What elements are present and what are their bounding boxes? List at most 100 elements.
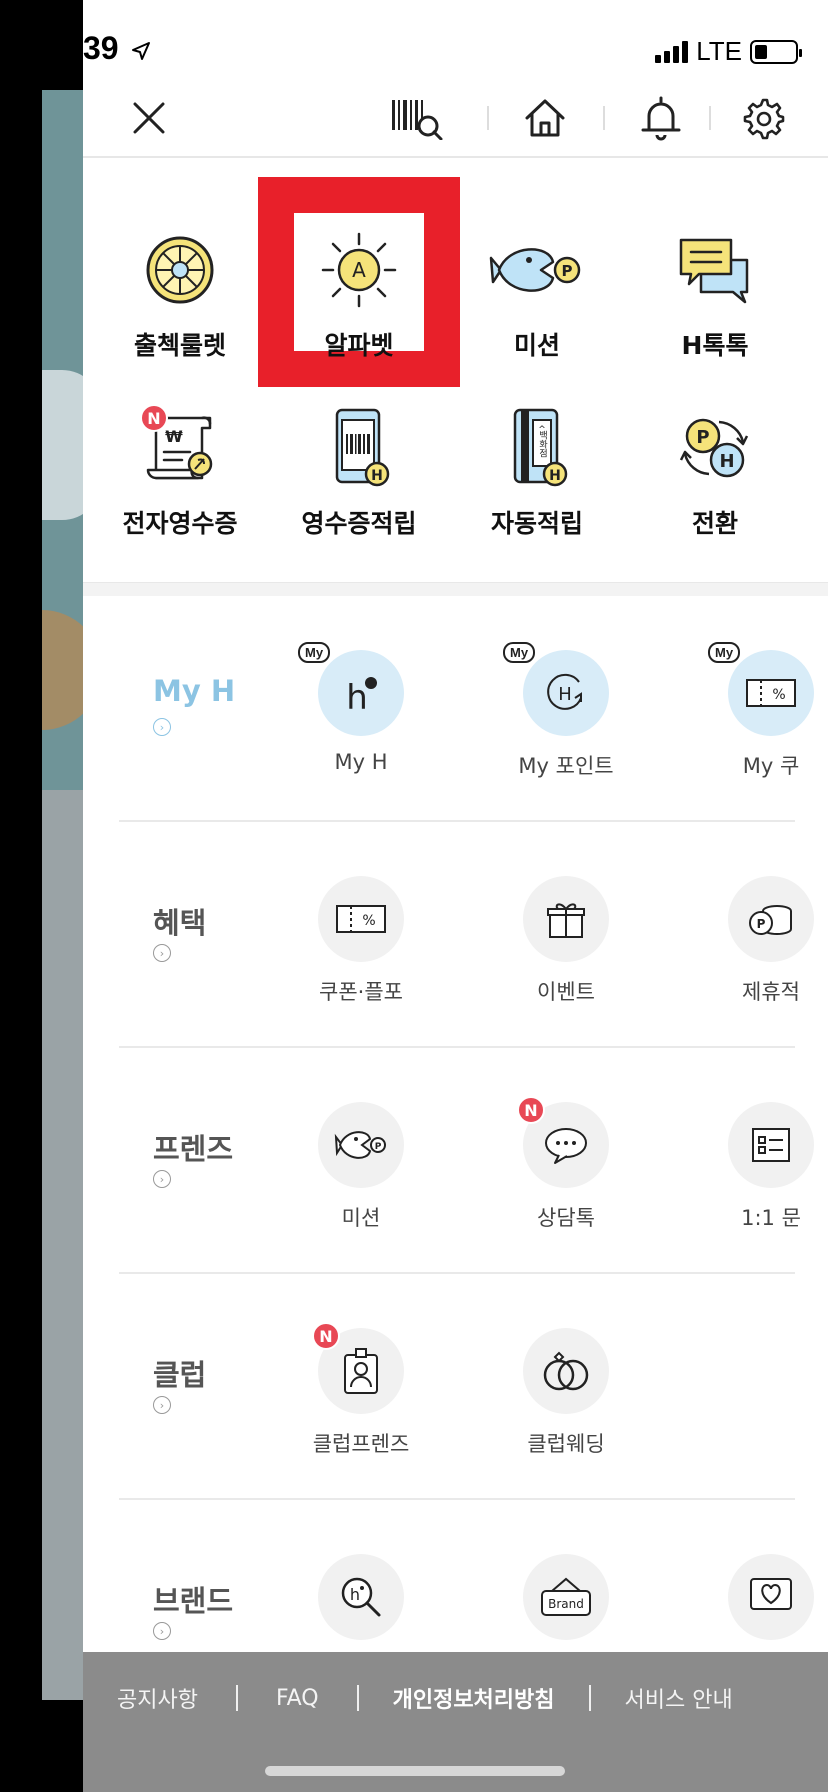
new-badge: N: [312, 1322, 340, 1350]
brand-sign-icon: Brand: [541, 1577, 591, 1616]
rings-icon: [543, 1351, 589, 1391]
inquiry-icon: [752, 1128, 790, 1162]
svg-text:H: H: [719, 451, 734, 472]
h-refresh-icon: H: [547, 673, 582, 710]
coupon-percent-icon: %: [336, 905, 386, 933]
svg-text:P: P: [375, 1142, 382, 1152]
menu-club-friends[interactable]: N 클럽프렌즈: [276, 1322, 446, 1458]
speech-dots-icon: [545, 1128, 587, 1164]
menu-partner[interactable]: P 제휴적: [686, 876, 828, 1006]
section-title: 브랜드: [153, 1584, 234, 1618]
id-badge-icon: [344, 1348, 378, 1394]
chevron-right-icon[interactable]: ›: [153, 1170, 171, 1188]
bell-icon: [641, 96, 681, 141]
svg-text:₩: ₩: [165, 427, 183, 446]
notification-button[interactable]: [635, 92, 687, 144]
menu-brand[interactable]: Brand: [481, 1554, 651, 1640]
side-drawer: 39 LTE 출첵룰렛 A 알파벳 P 미션 H톡톡 ₩ N 전자영수증 H 영…: [83, 0, 828, 1792]
quick-receipt-earn[interactable]: H 영수증적립: [274, 400, 444, 560]
battery-icon: [750, 39, 802, 64]
quick-label: 영수증적립: [301, 509, 417, 538]
section-title: My H: [153, 674, 236, 708]
home-button[interactable]: [519, 92, 571, 144]
footer-links: 공지사항 FAQ 개인정보처리방침 서비스 안내: [83, 1682, 828, 1714]
menu-label: 클럽프렌즈: [312, 1432, 410, 1456]
fish-icon: P: [334, 1131, 386, 1159]
menu-label: 클럽웨딩: [527, 1432, 605, 1456]
chevron-right-icon[interactable]: ›: [153, 718, 171, 736]
quick-label: 출첵룰렛: [133, 331, 226, 360]
svg-text:%: %: [772, 687, 785, 703]
signal-icon: [655, 40, 689, 63]
footer-link-faq[interactable]: FAQ: [276, 1686, 319, 1711]
barcode-search-button[interactable]: [388, 92, 448, 144]
close-icon: [133, 102, 165, 134]
menu-mission[interactable]: P 미션: [276, 1102, 446, 1232]
menu-my-h[interactable]: My h My H: [276, 642, 446, 774]
drawer-toolbar: [83, 80, 828, 158]
my-tag: My: [298, 642, 331, 663]
status-indicators: LTE: [655, 36, 802, 67]
svg-text:P: P: [562, 262, 573, 280]
home-icon: [525, 99, 565, 137]
coins-icon: P: [749, 905, 792, 935]
section-divider: [83, 582, 828, 596]
section-title: 혜택: [153, 906, 207, 940]
section-title: 프렌즈: [153, 1132, 234, 1166]
location-arrow-icon: [132, 41, 151, 60]
my-tag: My: [503, 642, 536, 663]
svg-text:H: H: [549, 468, 561, 484]
quick-mission[interactable]: P 미션: [452, 222, 622, 382]
quick-convert[interactable]: P H 전환: [630, 400, 800, 560]
svg-text:A: A: [352, 258, 366, 282]
new-badge: N: [517, 1096, 545, 1124]
menu-label: My 포인트: [518, 754, 614, 778]
chevron-right-icon[interactable]: ›: [153, 1396, 171, 1414]
menu-label: 미션: [341, 1206, 381, 1230]
quick-alphabet[interactable]: A 알파벳: [274, 222, 444, 382]
section-club: 클럽 › N 클럽프렌즈 클럽웨딩: [119, 1274, 795, 1500]
settings-button[interactable]: [737, 92, 789, 144]
menu-label: 이벤트: [537, 980, 595, 1004]
quick-htalk[interactable]: H톡톡: [630, 222, 800, 382]
quick-e-receipt[interactable]: ₩ N 전자영수증: [95, 400, 265, 560]
fish-point-icon: P: [489, 248, 581, 292]
menu-consult-talk[interactable]: N 상담톡: [481, 1096, 651, 1232]
svg-text:백화점: 백화점: [537, 430, 547, 457]
new-badge: N: [140, 404, 168, 432]
footer-link-privacy[interactable]: 개인정보처리방침: [393, 1682, 555, 1714]
menu-coupon[interactable]: % 쿠폰·플포: [276, 876, 446, 1006]
menu-brand-search[interactable]: h: [276, 1554, 446, 1640]
point-convert-icon: P H: [679, 418, 749, 478]
svg-text:H: H: [558, 684, 572, 705]
chevron-right-icon[interactable]: ›: [153, 944, 171, 962]
quick-label: 알파벳: [324, 331, 394, 360]
menu-label: 1:1 문: [741, 1206, 801, 1230]
footer-link-service[interactable]: 서비스 안내: [625, 1682, 733, 1714]
svg-text:Brand: Brand: [548, 1597, 584, 1611]
home-indicator: [265, 1766, 565, 1776]
footer-link-notice[interactable]: 공지사항: [117, 1682, 198, 1714]
quick-label: 미션: [513, 331, 560, 360]
network-label: LTE: [696, 36, 742, 66]
card-icon: ^ 백화점 H: [513, 408, 568, 487]
section-friends: 프렌즈 › P 미션 N 상담톡 1:1 문: [119, 1048, 814, 1274]
menu-inquiry[interactable]: 1:1 문: [686, 1102, 828, 1232]
footer: 공지사항 FAQ 개인정보처리방침 서비스 안내: [83, 1652, 828, 1792]
quick-roulette[interactable]: 출첵룰렛: [95, 222, 265, 382]
quick-auto-earn[interactable]: ^ 백화점 H 자동적립: [452, 400, 622, 560]
roulette-icon: [146, 236, 214, 304]
status-time: 39: [83, 30, 151, 67]
menu-club-wedding[interactable]: 클럽웨딩: [481, 1328, 651, 1458]
menu-brand-favorite[interactable]: [686, 1554, 828, 1640]
chevron-right-icon[interactable]: ›: [153, 1622, 171, 1640]
menu-label: My 쿠: [742, 754, 800, 778]
menu-my-point[interactable]: My H My 포인트: [481, 642, 651, 780]
menu-my-coupon[interactable]: My % My 쿠: [686, 642, 828, 780]
svg-text:H: H: [371, 468, 383, 484]
svg-text:h: h: [350, 1585, 360, 1604]
menu-event[interactable]: 이벤트: [481, 876, 651, 1006]
gear-icon: [743, 98, 785, 140]
close-button[interactable]: [123, 92, 175, 144]
svg-text:P: P: [757, 917, 766, 931]
